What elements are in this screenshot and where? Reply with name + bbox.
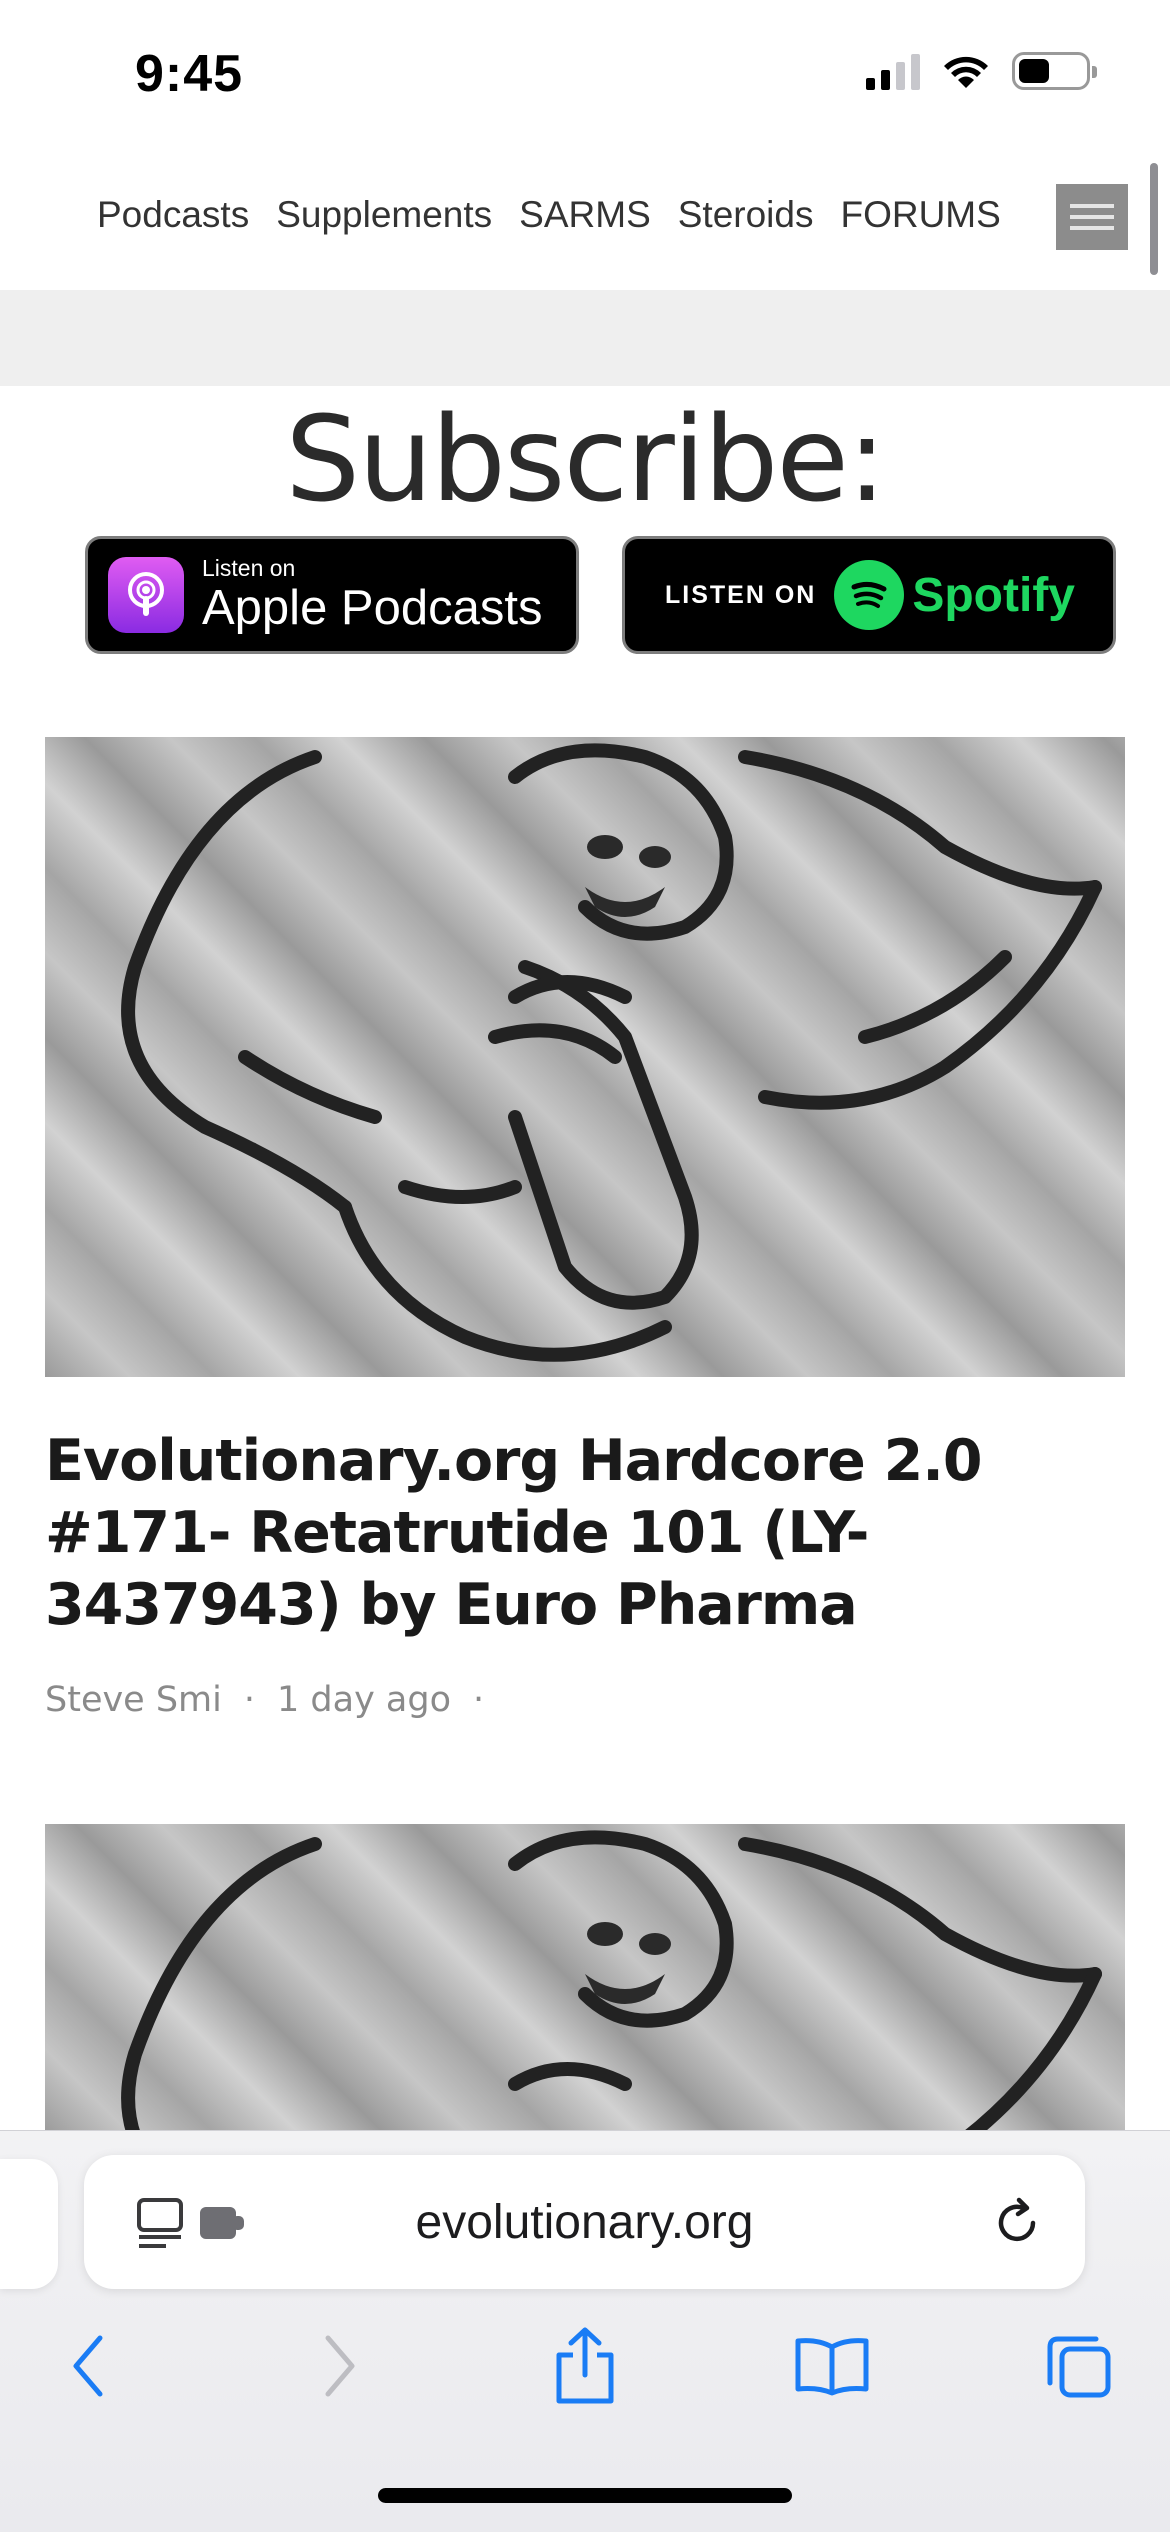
previous-tab-preview[interactable] xyxy=(0,2159,58,2289)
subscribe-heading: Subscribe: xyxy=(285,390,887,528)
home-indicator[interactable] xyxy=(378,2488,792,2503)
tabs-button[interactable] xyxy=(1034,2321,1124,2411)
article-author[interactable]: Steve Smi xyxy=(45,1680,222,1720)
article-date: 1 day ago xyxy=(277,1680,452,1720)
back-button[interactable] xyxy=(43,2321,133,2411)
nav-link-podcasts[interactable]: Podcasts xyxy=(97,194,249,236)
wifi-icon xyxy=(944,56,988,88)
spotify-icon xyxy=(834,560,905,630)
menu-icon[interactable] xyxy=(1056,184,1128,250)
tabs-icon xyxy=(1047,2336,1111,2398)
forward-button[interactable] xyxy=(295,2321,385,2411)
article-image[interactable] xyxy=(45,737,1125,1377)
apple-badge-small-text: Listen on xyxy=(202,555,296,581)
share-button[interactable] xyxy=(540,2321,630,2411)
url-text[interactable]: evolutionary.org xyxy=(84,2195,1085,2250)
article-image[interactable] xyxy=(45,1824,1125,2134)
apple-badge-big-text: Apple Podcasts xyxy=(202,581,543,635)
gorilla-illustration xyxy=(121,1830,1102,2134)
nav-link-sarms[interactable]: SARMS xyxy=(519,194,651,236)
forward-icon xyxy=(325,2335,355,2397)
spotify-button[interactable]: LISTEN ON Spotify xyxy=(622,536,1116,654)
nav-links: Podcasts Supplements SARMS Steroids FORU… xyxy=(97,194,1001,236)
signal-icon xyxy=(866,52,920,90)
spotify-listen-text: LISTEN ON xyxy=(665,580,817,609)
article-meta: Steve Smi · 1 day ago · xyxy=(45,1680,484,1720)
apple-podcasts-button[interactable]: Listen on Apple Podcasts xyxy=(85,536,579,654)
status-icons xyxy=(866,52,1097,90)
bookmarks-button[interactable] xyxy=(787,2321,877,2411)
battery-icon xyxy=(1012,52,1097,90)
nav-link-forums[interactable]: FORUMS xyxy=(840,194,1000,236)
nav-link-steroids[interactable]: Steroids xyxy=(678,194,814,236)
spotify-name-text: Spotify xyxy=(912,568,1075,622)
share-icon xyxy=(556,2327,614,2404)
browser-toolbar: evolutionary.org xyxy=(0,2130,1170,2532)
scrollbar[interactable] xyxy=(1150,163,1158,275)
back-icon xyxy=(73,2335,103,2397)
ad-band xyxy=(0,290,1170,386)
bookmarks-icon xyxy=(795,2338,869,2396)
apple-podcasts-icon xyxy=(108,557,184,633)
meta-separator: · xyxy=(473,1680,485,1720)
gorilla-illustration xyxy=(121,743,1102,1362)
nav-link-supplements[interactable]: Supplements xyxy=(276,194,492,236)
status-time: 9:45 xyxy=(135,45,244,103)
meta-separator: · xyxy=(243,1680,256,1720)
site-nav: Podcasts Supplements SARMS Steroids FORU… xyxy=(0,150,1170,290)
navigation-toolbar xyxy=(0,2321,1170,2441)
status-bar: 9:45 xyxy=(0,0,1170,150)
reload-icon[interactable] xyxy=(989,2195,1045,2251)
address-bar[interactable]: evolutionary.org xyxy=(84,2155,1085,2289)
article-title[interactable]: Evolutionary.org Hardcore 2.0 #171- Reta… xyxy=(45,1425,1125,1641)
